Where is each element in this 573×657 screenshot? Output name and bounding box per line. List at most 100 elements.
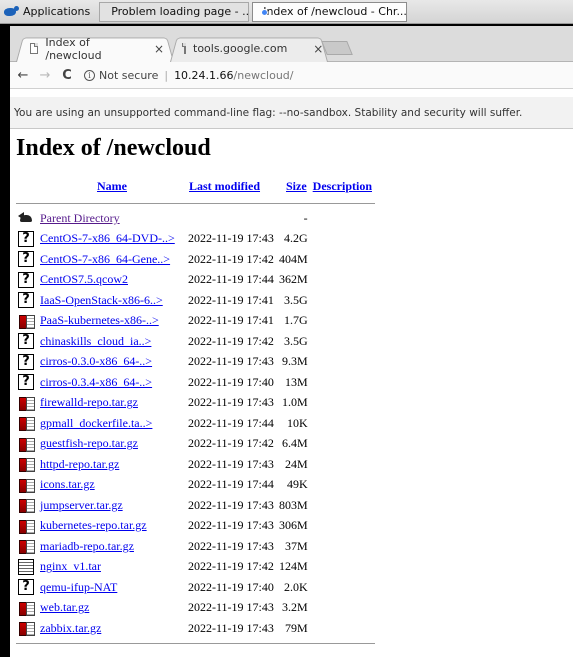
page-icon [30, 43, 39, 54]
file-link[interactable]: icons.tar.gz [40, 477, 95, 491]
new-tab-button[interactable] [321, 41, 353, 55]
file-link[interactable]: CentOS7.5.qcow2 [40, 272, 128, 286]
table-row: ? cirros-0.3.4-x86_64-..> 2022-11-19 17:40… [16, 372, 375, 393]
tab-close-icon[interactable]: × [313, 42, 323, 56]
tab-index-newcloud[interactable]: Index of /newcloud × [16, 35, 174, 62]
file-link[interactable]: kubernetes-repo.tar.gz [40, 518, 147, 532]
browser-toolbar: ← → C i Not secure | 10.24.1.66 /newclou… [10, 62, 573, 89]
archive-icon [18, 620, 35, 637]
tab-strip: Index of /newcloud × tools.google.com × [10, 26, 573, 62]
table-row: ? IaaS-OpenStack-x86-6..> 2022-11-19 17:41… [16, 290, 375, 311]
archive-icon [18, 600, 35, 616]
file-link[interactable]: nginx_v1.tar [40, 559, 101, 573]
file-modified: 2022-11-19 17:43 [188, 231, 274, 246]
file-link[interactable]: jumpserver.tar.gz [40, 498, 123, 512]
file-size: 3.5G [284, 292, 308, 307]
file-link[interactable]: PaaS-kubernetes-x86-..> [40, 313, 159, 327]
os-logo-icon [2, 5, 20, 19]
tab-close-icon[interactable]: × [154, 42, 164, 56]
file-size: 10K [287, 415, 308, 430]
file-link[interactable]: qemu-ifup-NAT [40, 580, 117, 594]
file-modified: 2022-11-19 17:41 [188, 313, 274, 328]
file-modified: 2022-11-19 17:42 [188, 436, 274, 451]
file-link[interactable]: IaaS-OpenStack-x86-6..> [40, 293, 163, 307]
table-row: ? CentOS7.5.qcow2 2022-11-19 17:44 362M [16, 270, 375, 291]
file-modified: 2022-11-19 17:40 [188, 579, 274, 594]
table-row: kubernetes-repo.tar.gz 2022-11-19 17:43 30… [16, 516, 375, 537]
file-modified: 2022-11-19 17:43 [188, 538, 274, 553]
file-link[interactable]: httpd-repo.tar.gz [40, 457, 119, 471]
table-row: ? CentOS-7-x86_64-Gene..> 2022-11-19 17:42… [16, 249, 375, 270]
sort-by-size-link[interactable]: Size [286, 179, 307, 193]
file-size: 3.5G [284, 333, 308, 348]
sort-by-modified-link[interactable]: Last modified [189, 179, 260, 193]
file-size: 306M [279, 518, 308, 533]
file-modified: 2022-11-19 17:43 [188, 497, 274, 512]
file-link[interactable]: guestfish-repo.tar.gz [40, 436, 138, 450]
unknown-file-icon: ? [18, 333, 34, 350]
parent-directory-link[interactable]: Parent Directory [40, 211, 120, 225]
file-link[interactable]: firewalld-repo.tar.gz [40, 395, 138, 409]
unknown-file-icon: ? [18, 353, 34, 370]
unknown-file-icon: ? [18, 292, 34, 309]
table-row: firewalld-repo.tar.gz 2022-11-19 17:43 1.0… [16, 393, 375, 414]
directory-listing: Name Last modified Size Description Pare… [16, 179, 375, 649]
url-separator: | [164, 68, 169, 82]
back-button[interactable]: ← [12, 68, 34, 83]
file-modified: 2022-11-19 17:43 [188, 600, 274, 615]
unknown-file-icon: ? [18, 374, 34, 391]
file-size: 4.2G [284, 231, 308, 246]
file-link[interactable]: mariadb-repo.tar.gz [40, 539, 134, 553]
file-size: 362M [279, 272, 308, 287]
file-modified: 2022-11-19 17:43 [188, 456, 274, 471]
file-link[interactable]: CentOS-7-x86_64-DVD-..> [40, 231, 175, 245]
os-taskbar: Applications Problem loading page - ... … [0, 0, 573, 24]
taskbar-item-chrome[interactable]: Index of /newcloud - Chr... [252, 1, 408, 22]
unknown-file-icon: ? [18, 579, 34, 596]
file-modified: 2022-11-19 17:44 [188, 415, 274, 430]
applications-menu[interactable]: Applications [0, 1, 96, 23]
tab-title: Index of /newcloud [45, 35, 102, 62]
file-size: 1.0M [282, 395, 308, 410]
file-size: - [303, 210, 308, 225]
file-modified: 2022-11-19 17:42 [188, 559, 274, 574]
tab-tools-google[interactable]: tools.google.com × [170, 35, 328, 62]
address-bar[interactable]: i Not secure | 10.24.1.66 /newcloud/ [84, 65, 293, 85]
file-size: 37M [285, 538, 308, 553]
sort-by-description-link[interactable]: Description [313, 179, 372, 193]
file-link[interactable]: cirros-0.3.0-x86_64-..> [40, 354, 152, 368]
archive-icon [18, 415, 35, 432]
table-row: web.tar.gz 2022-11-19 17:43 3.2M [16, 598, 375, 619]
sort-by-name-link[interactable]: Name [97, 179, 127, 193]
table-row: Parent Directory - [16, 208, 375, 229]
tar-icon [18, 558, 34, 575]
file-size: 2.0K [284, 579, 308, 594]
page-content: Index of /newcloud Name Last modified Si… [10, 130, 573, 649]
applications-label: Applications [23, 5, 91, 18]
file-size: 6.4M [282, 436, 308, 451]
file-size: 1.7G [284, 313, 308, 328]
file-size: 79M [285, 620, 308, 635]
file-link[interactable]: cirros-0.3.4-x86_64-..> [40, 375, 152, 389]
archive-icon [18, 456, 35, 473]
reload-button[interactable]: C [56, 68, 78, 83]
file-link[interactable]: web.tar.gz [40, 600, 89, 614]
file-link[interactable]: CentOS-7-x86_64-Gene..> [40, 252, 170, 266]
file-size: 404M [279, 251, 308, 266]
info-icon[interactable]: i [84, 69, 95, 81]
taskbar-item-label: Index of /newcloud - Chr... [263, 5, 407, 18]
file-link[interactable]: gpmall_dockerfile.ta..> [40, 416, 152, 430]
table-row: ? CentOS-7-x86_64-DVD-..> 2022-11-19 17:43… [16, 229, 375, 250]
file-link[interactable]: chinaskills_cloud_ia..> [40, 334, 151, 348]
file-link[interactable]: zabbix.tar.gz [40, 621, 101, 635]
divider [16, 643, 375, 644]
url-path: /newcloud/ [233, 68, 294, 82]
file-size: 49K [287, 477, 308, 492]
forward-button[interactable]: → [34, 68, 56, 83]
table-row: gpmall_dockerfile.ta..> 2022-11-19 17:44 1… [16, 413, 375, 434]
file-modified: 2022-11-19 17:42 [188, 333, 274, 348]
taskbar-item-firefox[interactable]: Problem loading page - ... [99, 1, 250, 22]
file-modified: 2022-11-19 17:42 [188, 251, 274, 266]
infobar-text: You are using an unsupported command-lin… [14, 106, 523, 119]
tab-title: tools.google.com [193, 42, 288, 55]
